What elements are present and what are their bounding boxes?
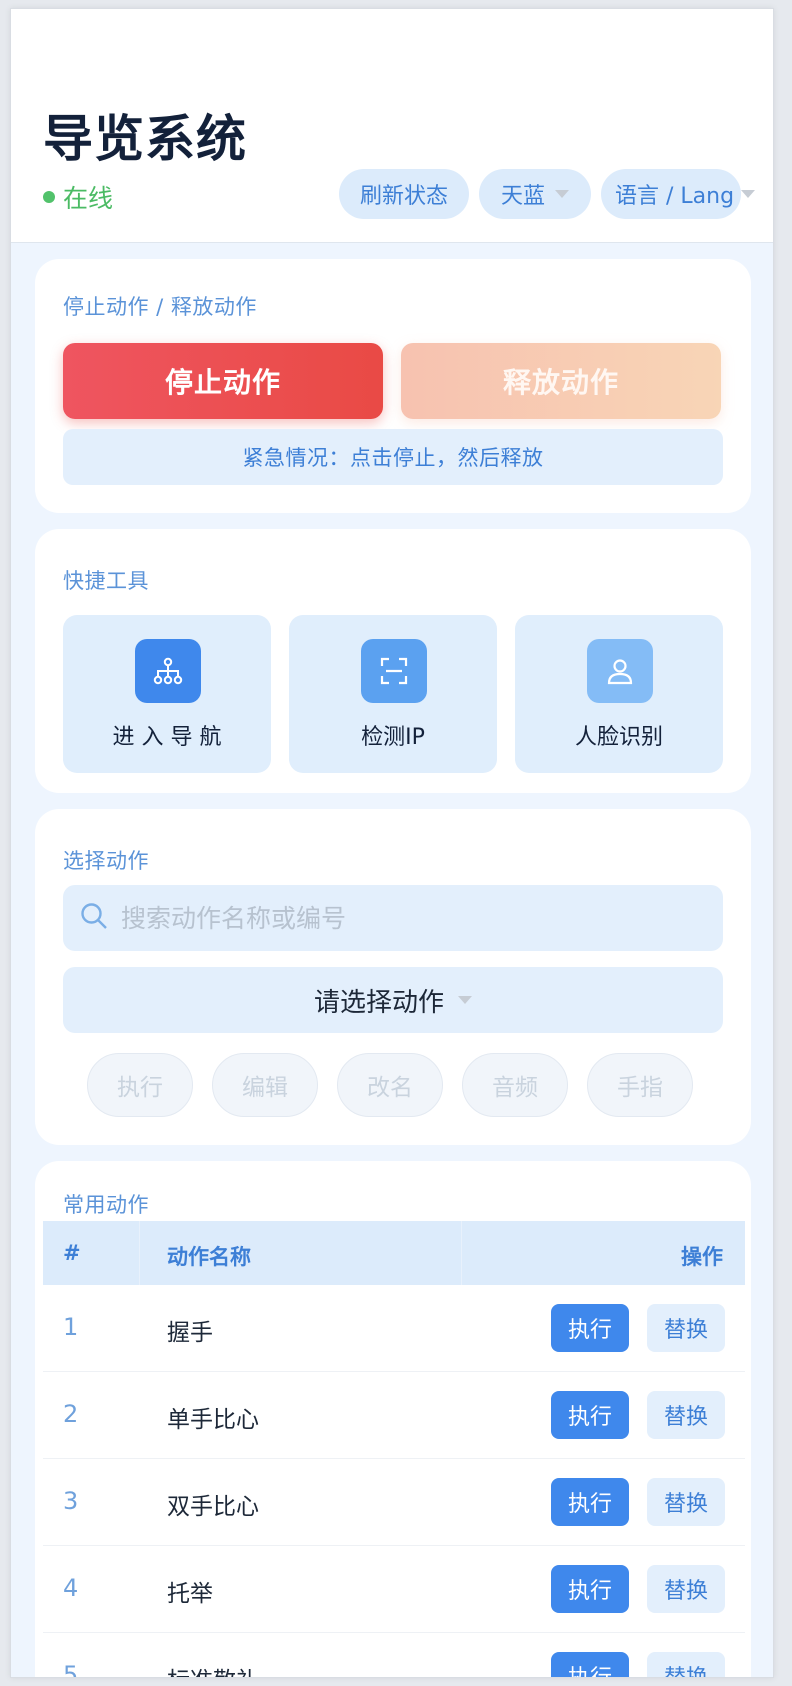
row-action-name: 标准敬礼 — [167, 1661, 259, 1677]
table-row: 2 单手比心 执行 替换 — [43, 1372, 745, 1459]
action-select-label: 请选择动作 — [313, 987, 444, 1018]
row-replace-button[interactable]: 替换 — [647, 1565, 725, 1613]
rename-label: 改名 — [367, 1075, 413, 1101]
stop-release-title: 停止动作 / 释放动作 — [63, 295, 257, 319]
audio-label: 音频 — [492, 1075, 538, 1101]
row-number: 4 — [63, 1574, 79, 1602]
column-header-number: # — [63, 1241, 81, 1265]
status-text: 在线 — [63, 184, 114, 213]
finger-button[interactable]: 手指 — [587, 1053, 693, 1117]
table-header: # 动作名称 操作 — [43, 1221, 745, 1285]
row-number: 3 — [63, 1487, 79, 1515]
header: 导览系统 在线 刷新状态 天蓝 语言 / Lang — [11, 9, 773, 243]
quick-tools-title: 快捷工具 — [63, 569, 149, 593]
row-number: 2 — [63, 1400, 79, 1428]
refresh-status-label: 刷新状态 — [359, 184, 448, 209]
edit-label: 编辑 — [242, 1075, 288, 1101]
execute-label: 执行 — [117, 1075, 163, 1101]
chevron-down-icon — [555, 190, 569, 198]
column-divider — [139, 1221, 140, 1285]
rename-button[interactable]: 改名 — [337, 1053, 443, 1117]
language-select-label: 语言 / Lang — [615, 184, 735, 209]
search-input[interactable] — [121, 903, 681, 933]
emergency-hint: 紧急情况：点击停止，然后释放 — [63, 429, 723, 485]
app-screen: 导览系统 在线 刷新状态 天蓝 语言 / Lang 停止动作 / 释放动作 停止… — [10, 8, 774, 1678]
chevron-down-icon — [741, 190, 755, 198]
face-recognition-tool[interactable]: 人脸识别 — [515, 615, 723, 773]
quick-tools-card: 快捷工具 进 入 导 航 检测IP 人脸识别 — [35, 529, 751, 793]
row-execute-button[interactable]: 执行 — [551, 1652, 629, 1677]
action-select[interactable]: 请选择动作 — [63, 967, 723, 1033]
chevron-down-icon — [458, 996, 472, 1004]
common-actions-card: 常用动作 # 动作名称 操作 1 握手 执行 替换 2 单手比心 执行 替换 3… — [35, 1161, 751, 1678]
row-replace-button[interactable]: 替换 — [647, 1304, 725, 1352]
theme-select[interactable]: 天蓝 — [479, 169, 591, 219]
stop-action-label: 停止动作 — [164, 366, 281, 399]
detect-ip-label: 检测IP — [361, 725, 425, 750]
table-row: 4 托举 执行 替换 — [43, 1546, 745, 1633]
row-replace-button[interactable]: 替换 — [647, 1652, 725, 1677]
table-row: 3 双手比心 执行 替换 — [43, 1459, 745, 1546]
user-icon — [587, 639, 653, 703]
edit-button[interactable]: 编辑 — [212, 1053, 318, 1117]
page-title: 导览系统 — [43, 110, 247, 168]
language-select[interactable]: 语言 / Lang — [601, 169, 755, 219]
connection-status: 在线 — [43, 179, 113, 215]
release-action-label: 释放动作 — [502, 366, 619, 399]
sitemap-icon — [135, 639, 201, 703]
row-replace-button[interactable]: 替换 — [647, 1391, 725, 1439]
row-execute-button[interactable]: 执行 — [551, 1304, 629, 1352]
common-actions-title: 常用动作 — [63, 1193, 149, 1217]
audio-button[interactable]: 音频 — [462, 1053, 568, 1117]
row-number: 1 — [63, 1313, 79, 1341]
face-recognition-label: 人脸识别 — [574, 725, 663, 750]
column-divider — [461, 1221, 462, 1285]
action-search[interactable] — [63, 885, 723, 951]
row-execute-button[interactable]: 执行 — [551, 1478, 629, 1526]
status-dot-icon — [43, 191, 55, 203]
release-action-button[interactable]: 释放动作 — [401, 343, 721, 419]
select-action-card: 选择动作 请选择动作 执行 编辑 改名 音频 手指 — [35, 809, 751, 1145]
execute-button[interactable]: 执行 — [87, 1053, 193, 1117]
table-row: 5 标准敬礼 执行 替换 — [43, 1633, 745, 1678]
table-row: 1 握手 执行 替换 — [43, 1285, 745, 1372]
scan-icon — [361, 639, 427, 703]
enter-navigation-tool[interactable]: 进 入 导 航 — [63, 615, 271, 773]
row-replace-button[interactable]: 替换 — [647, 1478, 725, 1526]
detect-ip-tool[interactable]: 检测IP — [289, 615, 497, 773]
row-number: 5 — [63, 1661, 79, 1678]
common-actions-table: # 动作名称 操作 1 握手 执行 替换 2 单手比心 执行 替换 3 双手比心 — [43, 1221, 745, 1678]
row-action-name: 握手 — [167, 1320, 213, 1346]
stop-release-card: 停止动作 / 释放动作 停止动作 释放动作 紧急情况：点击停止，然后释放 — [35, 259, 751, 513]
refresh-status-button[interactable]: 刷新状态 — [339, 169, 469, 219]
search-icon — [79, 901, 109, 935]
column-header-operations: 操作 — [681, 1245, 723, 1269]
row-execute-button[interactable]: 执行 — [551, 1391, 629, 1439]
finger-label: 手指 — [617, 1075, 663, 1101]
row-action-name: 托举 — [167, 1581, 213, 1607]
row-action-name: 单手比心 — [167, 1407, 259, 1433]
theme-select-label: 天蓝 — [500, 184, 545, 209]
column-header-name: 动作名称 — [167, 1245, 251, 1269]
row-execute-button[interactable]: 执行 — [551, 1565, 629, 1613]
select-action-title: 选择动作 — [63, 849, 149, 873]
stop-action-button[interactable]: 停止动作 — [63, 343, 383, 419]
enter-navigation-label: 进 入 导 航 — [112, 725, 222, 750]
row-action-name: 双手比心 — [167, 1494, 259, 1520]
